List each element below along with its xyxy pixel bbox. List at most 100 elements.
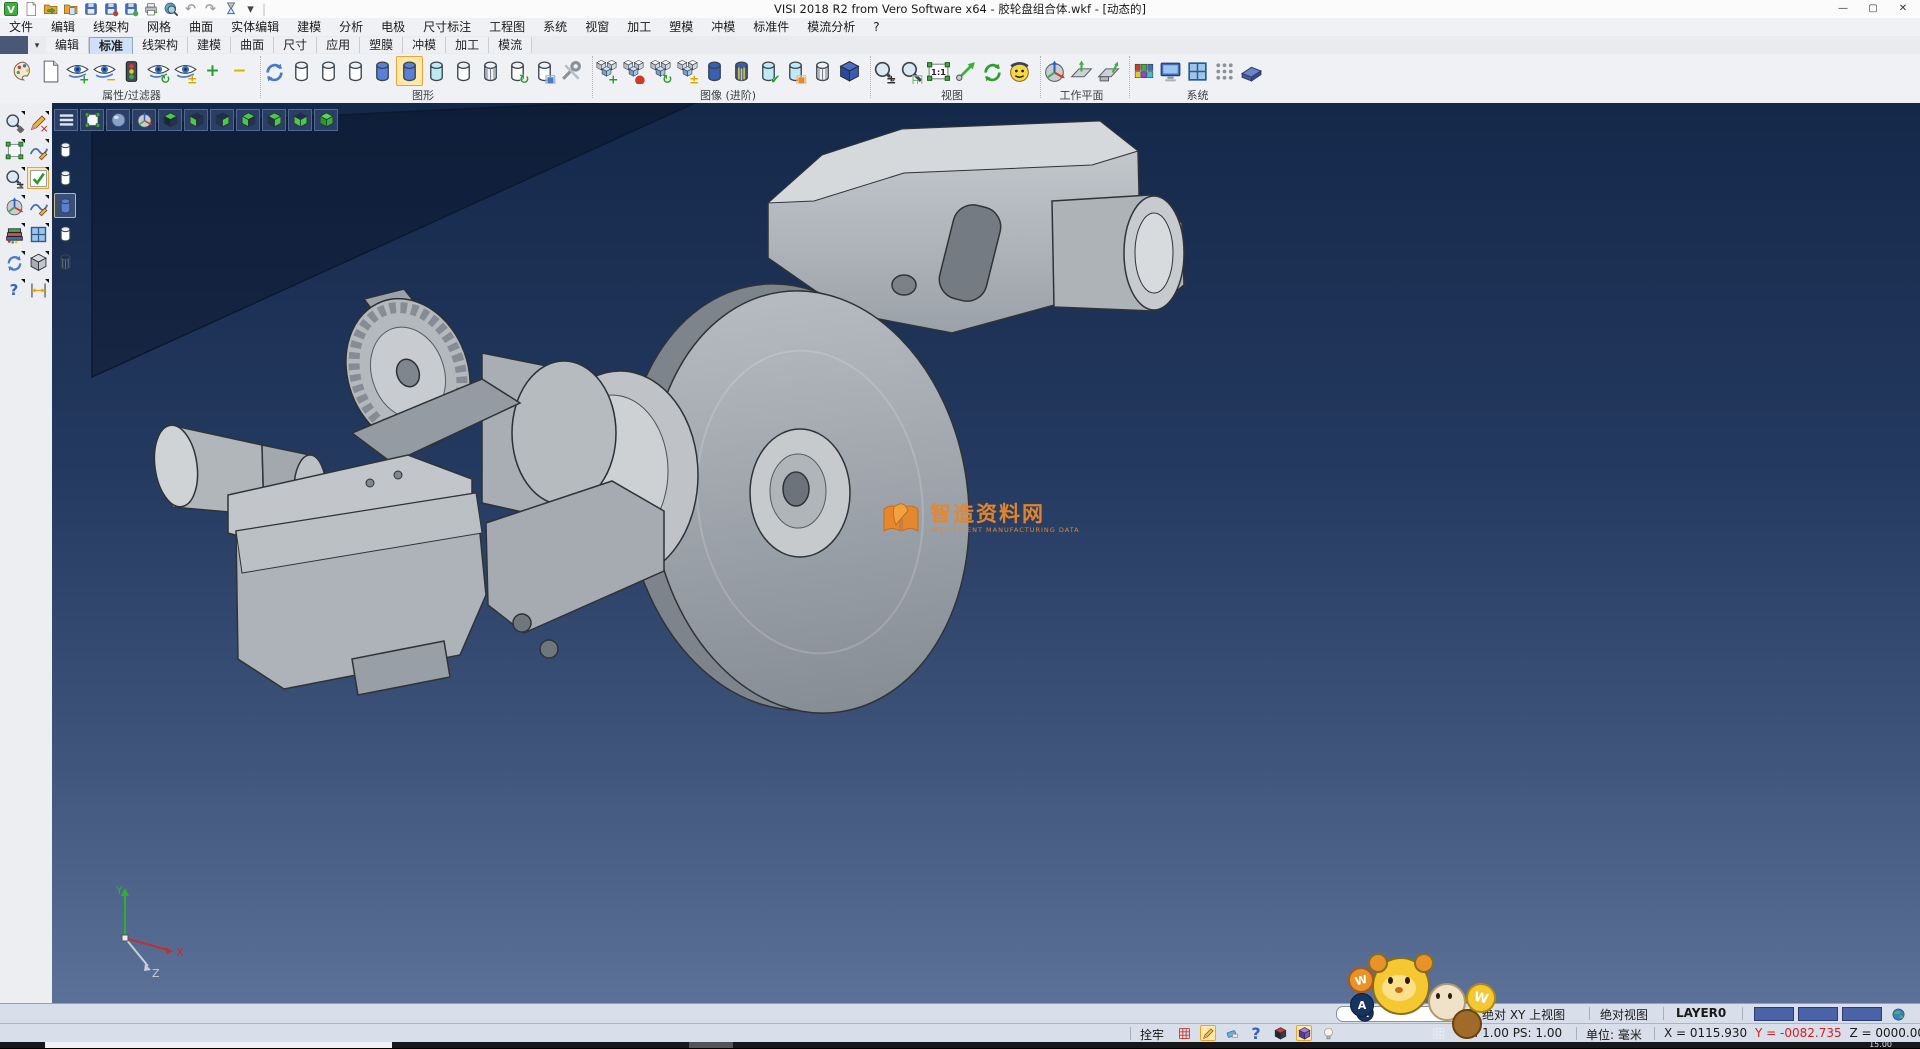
view-cube-shaded-icon[interactable] [314,109,338,131]
regen-icon[interactable] [261,56,288,86]
save-icon[interactable] [82,1,99,18]
tab-尺寸[interactable]: 尺寸 [274,37,317,53]
display-dashed-icon[interactable] [342,56,369,86]
import-file-icon[interactable] [62,1,79,18]
web-status-icon[interactable] [1890,1006,1906,1022]
view-cube-left-icon[interactable] [210,109,234,131]
grid-window-icon[interactable] [27,223,49,245]
regenerate-icon[interactable] [3,251,25,273]
zoom-selection-icon[interactable]: ◆ [3,111,25,133]
print-icon[interactable] [142,1,159,18]
maximize-button[interactable]: ▢ [1858,0,1888,17]
style-shaded-icon[interactable] [54,193,76,218]
viewbar-frame-icon[interactable] [80,109,104,131]
view-cube-iso-icon[interactable] [262,109,286,131]
display-copy-icon[interactable]: ▣ [531,56,558,86]
layers-palette-icon[interactable] [3,223,25,245]
display-hidden-line-icon[interactable] [315,56,342,86]
query-icon[interactable]: ? [1248,1025,1264,1041]
zoom-inout-icon[interactable]: ± [3,167,25,189]
menu-加工[interactable]: 加工 [618,18,660,36]
show-entities-icon[interactable]: + [64,56,91,86]
style-mesh-icon[interactable] [54,249,76,274]
menu-分析[interactable]: 分析 [330,18,372,36]
adv-traffic-icon[interactable]: ● [620,56,647,86]
display-wireframe-icon[interactable] [288,56,315,86]
menu-线架构[interactable]: 线架构 [84,18,138,36]
attributes-palette-icon[interactable] [10,56,37,86]
new-file-icon[interactable] [22,1,39,18]
display-refresh-icon[interactable]: ↻ [504,56,531,86]
view-cube-right-icon[interactable] [236,109,260,131]
hint-bulb-icon[interactable] [1320,1025,1336,1041]
selection-frame-icon[interactable] [3,139,25,161]
menu-实体编辑[interactable]: 实体编辑 [222,18,288,36]
menu-塑模[interactable]: 塑模 [660,18,702,36]
history-icon[interactable] [222,1,239,18]
hide-entities-icon[interactable]: − [91,56,118,86]
display-mesh-icon[interactable] [477,56,504,86]
style-outline-icon[interactable] [54,221,76,246]
view-cube-back-icon[interactable] [288,109,312,131]
redo-icon[interactable]: ↷ [202,1,219,18]
workplane-move-icon[interactable] [1095,56,1122,86]
taskbar-search-box[interactable] [45,1042,392,1048]
minimize-button[interactable]: — [1828,0,1858,17]
toggle-visibility-icon[interactable]: ± [172,56,199,86]
menu-电极[interactable]: 电极 [372,18,414,36]
solid-check-icon[interactable]: ✔ [755,56,782,86]
zoom-1to1-icon[interactable]: 1:1 [925,56,952,86]
display-shaded-edges-icon[interactable] [396,56,423,86]
view-ref-label[interactable]: 绝对视图 [1600,1006,1648,1023]
display-outline-icon[interactable] [450,56,477,86]
quick-access-dropdown[interactable]: ▾ [242,1,259,18]
style-wireframe-icon[interactable] [54,137,76,162]
display-settings-icon[interactable] [558,56,585,86]
display-shaded-icon[interactable] [369,56,396,86]
spline-edit-icon[interactable] [27,195,49,217]
solid-striped-icon[interactable] [728,56,755,86]
dynamic-view-icon[interactable] [952,56,979,86]
remove-filter-icon[interactable]: − [226,56,253,86]
tab-编辑[interactable]: 编辑 [46,37,89,53]
open-file-icon[interactable] [42,1,59,18]
tab-overflow-caret[interactable]: ▾ [28,38,46,54]
edit-delete-icon[interactable]: ✕ [27,111,49,133]
filter-traffic-icon[interactable] [118,56,145,86]
grid-settings-icon[interactable] [1211,56,1238,86]
solid-mode-icon[interactable] [1296,1025,1312,1041]
tab-塑膜[interactable]: 塑膜 [360,37,403,53]
display-translucent-icon[interactable] [423,56,450,86]
monitor-settings-icon[interactable] [1157,56,1184,86]
adv-toggle-icon[interactable]: ± [674,56,701,86]
edit-spline-icon[interactable] [27,139,49,161]
visi-logo[interactable]: V [2,1,19,18]
zoom-icon[interactable]: ± [871,56,898,86]
adv-add-icon[interactable]: + [593,56,620,86]
save-sync-icon[interactable] [122,1,139,18]
tab-模流[interactable]: 模流 [489,37,532,53]
menu-工程图[interactable]: 工程图 [480,18,534,36]
viewbar-axis-icon[interactable] [132,109,156,131]
adv-refresh-icon[interactable]: ↻ [647,56,674,86]
package-icon[interactable] [1272,1025,1288,1041]
tab-建模[interactable]: 建模 [188,37,231,53]
close-button[interactable]: ✕ [1888,0,1918,17]
view-cube-front-icon[interactable] [184,109,208,131]
layer-color-swatch-2[interactable] [1798,1007,1838,1021]
menu-系统[interactable]: 系统 [534,18,576,36]
workplane-compass-icon[interactable] [1041,56,1068,86]
help-query-icon[interactable]: ? [3,279,25,301]
color-settings-icon[interactable] [1130,56,1157,86]
add-filter-icon[interactable]: + [199,56,226,86]
menu-网格[interactable]: 网格 [138,18,180,36]
menu-视窗[interactable]: 视窗 [576,18,618,36]
fill-can-icon[interactable] [1224,1025,1240,1041]
tab-曲面[interactable]: 曲面 [231,37,274,53]
confirm-checkbox-icon[interactable] [27,167,49,189]
menu-尺寸标注[interactable]: 尺寸标注 [414,18,480,36]
measure-distance-icon[interactable] [27,279,49,301]
view-cube-top-icon[interactable] [158,109,182,131]
viewbar-shade-icon[interactable] [106,109,130,131]
viewbar-menu-icon[interactable] [54,109,78,131]
